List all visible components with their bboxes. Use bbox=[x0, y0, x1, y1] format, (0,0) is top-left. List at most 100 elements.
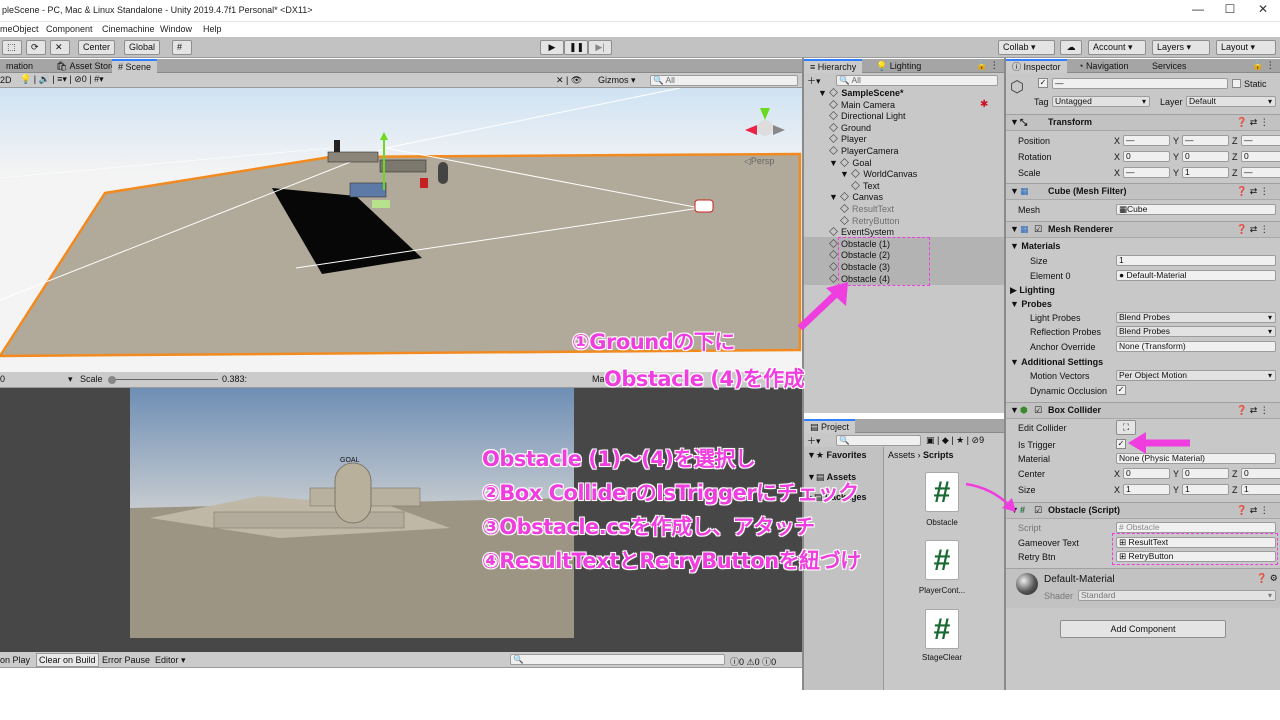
error-pause-button[interactable]: Error Pause bbox=[102, 655, 150, 665]
shader-dropdown[interactable]: Standard bbox=[1078, 590, 1276, 601]
vector-x-input[interactable]: 0 bbox=[1123, 151, 1170, 162]
tag-dropdown[interactable]: Untagged bbox=[1052, 96, 1150, 107]
material-field[interactable]: ● Default-Material bbox=[1116, 270, 1276, 281]
active-checkbox[interactable]: ✓ bbox=[1038, 78, 1048, 88]
global-toggle[interactable]: Global bbox=[124, 40, 161, 55]
tab-animation[interactable]: mation bbox=[0, 59, 39, 73]
close-button[interactable]: ✕ bbox=[1248, 2, 1278, 20]
vector-z-input[interactable]: 0 bbox=[1241, 468, 1280, 479]
center-toggle[interactable]: Center bbox=[78, 40, 116, 55]
tab-services[interactable]: Services bbox=[1146, 59, 1193, 73]
menu-help[interactable]: Help bbox=[203, 24, 222, 34]
console-search-input[interactable]: 🔍 bbox=[510, 654, 725, 665]
minimize-button[interactable]: — bbox=[1183, 2, 1213, 20]
editor-dropdown[interactable]: Editor ▾ bbox=[155, 655, 186, 666]
enabled-checkbox[interactable]: ☑ bbox=[1034, 222, 1042, 237]
component-menu-icon[interactable]: ❓ ⇄ ⋮ bbox=[1236, 222, 1269, 237]
foldout-arrow-icon[interactable]: ▼ bbox=[840, 169, 851, 179]
layers-button[interactable]: Layers ▾ bbox=[1152, 40, 1210, 55]
hierarchy-item[interactable]: Directional Light bbox=[829, 111, 906, 121]
layer-dropdown[interactable]: Default bbox=[1186, 96, 1276, 107]
hierarchy-item[interactable]: RetryButton bbox=[840, 216, 900, 226]
enabled-checkbox[interactable]: ☑ bbox=[1034, 403, 1042, 418]
hierarchy-search-input[interactable]: 🔍 All bbox=[836, 75, 998, 86]
is-trigger-checkbox[interactable]: ✓ bbox=[1116, 439, 1126, 449]
vector-y-input[interactable]: 0 bbox=[1182, 151, 1229, 162]
project-search-input[interactable]: 🔍 bbox=[836, 435, 921, 446]
tab-navigation[interactable]: ◔ Navigation bbox=[1072, 59, 1134, 73]
vector-y-input[interactable]: 1 bbox=[1182, 167, 1229, 178]
light-icon[interactable]: 💡 | 🔊 | ≡▾ | ⊘0 | #▾ bbox=[20, 74, 104, 85]
custom-tool-icon[interactable]: ✕ bbox=[50, 40, 70, 55]
transform-header[interactable]: ▼ ⤡ Transform ❓ ⇄ ⋮ bbox=[1006, 114, 1280, 131]
script-file-obstacle[interactable]: Obstacle bbox=[912, 518, 972, 527]
reflection-probes-dropdown[interactable]: Blend Probes bbox=[1116, 326, 1276, 337]
script-file-playercont[interactable]: PlayerCont... bbox=[912, 586, 972, 595]
obstacle-script-header[interactable]: ▼# ☑ Obstacle (Script) ❓ ⇄ ⋮ bbox=[1006, 502, 1280, 519]
vector-z-input[interactable]: — bbox=[1241, 135, 1280, 146]
box-collider-header[interactable]: ▼ ⬢ ☑ Box Collider ❓ ⇄ ⋮ bbox=[1006, 402, 1280, 419]
hierarchy-item[interactable]: ▼ WorldCanvas bbox=[840, 169, 917, 179]
hierarchy-item[interactable]: PlayerCamera bbox=[829, 146, 899, 156]
vector-x-input[interactable]: 0 bbox=[1123, 468, 1170, 479]
vector-y-input[interactable]: 1 bbox=[1182, 484, 1229, 495]
rotate-tool-icon[interactable]: ⟳ bbox=[26, 40, 46, 55]
pause-button[interactable]: ❚❚ bbox=[564, 40, 588, 55]
component-menu-icon[interactable]: ❓ ⇄ ⋮ bbox=[1236, 184, 1269, 199]
display-dropdown[interactable]: 0 bbox=[0, 374, 5, 384]
additional-settings-foldout[interactable]: ▼ Additional Settings bbox=[1010, 357, 1103, 367]
component-menu-icon[interactable]: ❓ ⇄ ⋮ bbox=[1236, 403, 1269, 418]
vector-y-input[interactable]: 0 bbox=[1182, 468, 1229, 479]
menu-gameobject[interactable]: meObject bbox=[0, 24, 39, 34]
script-file-icon[interactable]: # bbox=[925, 540, 959, 580]
breadcrumb-assets[interactable]: Assets bbox=[888, 450, 915, 460]
breadcrumb-scripts[interactable]: Scripts bbox=[923, 450, 954, 460]
menu-cinemachine[interactable]: Cinemachine bbox=[102, 24, 155, 34]
hierarchy-item[interactable]: Player bbox=[829, 134, 867, 144]
probes-foldout[interactable]: ▼ Probes bbox=[1010, 299, 1052, 309]
script-file-icon[interactable]: # bbox=[925, 609, 959, 649]
tools-icon[interactable]: ✕ | 👁 bbox=[556, 75, 582, 86]
foldout-arrow-icon[interactable]: ▼ bbox=[818, 88, 829, 98]
motion-vectors-dropdown[interactable]: Per Object Motion bbox=[1116, 370, 1276, 381]
scale-slider-thumb[interactable] bbox=[108, 376, 116, 384]
anchor-override-field[interactable]: None (Transform) bbox=[1116, 341, 1276, 352]
layout-button[interactable]: Layout ▾ bbox=[1216, 40, 1276, 55]
mesh-renderer-header[interactable]: ▼ ▦ ☑ Mesh Renderer ❓ ⇄ ⋮ bbox=[1006, 221, 1280, 238]
hierarchy-item[interactable]: Text bbox=[851, 181, 880, 191]
project-add-button[interactable]: ＋▾ bbox=[807, 434, 821, 447]
snap-icon[interactable]: # bbox=[172, 40, 192, 55]
clear-on-build-button[interactable]: Clear on Build bbox=[36, 653, 99, 667]
foldout-arrow-icon[interactable]: ▼ bbox=[829, 158, 840, 168]
project-filter-icons[interactable]: ▣ | ◆ | ★ | ⊘9 bbox=[926, 435, 984, 446]
enabled-checkbox[interactable]: ☑ bbox=[1034, 503, 1042, 518]
clear-on-play-button[interactable]: on Play bbox=[0, 655, 30, 665]
lighting-foldout[interactable]: ▶ Lighting bbox=[1010, 285, 1055, 296]
hierarchy-item[interactable]: ▼ Goal bbox=[829, 158, 871, 168]
scale-slider[interactable] bbox=[110, 379, 218, 380]
step-button[interactable]: ▶| bbox=[588, 40, 612, 55]
tab-lighting[interactable]: 💡 Lighting bbox=[870, 59, 927, 73]
hierarchy-item[interactable]: Ground bbox=[829, 123, 871, 133]
static-checkbox[interactable] bbox=[1232, 79, 1241, 88]
component-menu-icon[interactable]: ❓ ⇄ ⋮ bbox=[1236, 503, 1269, 518]
collab-button[interactable]: Collab ▾ bbox=[998, 40, 1055, 55]
vector-z-input[interactable]: 0 bbox=[1241, 151, 1280, 162]
scene-search-input[interactable]: 🔍 All bbox=[650, 75, 798, 86]
materials-foldout[interactable]: ▼ Materials bbox=[1010, 241, 1060, 251]
hierarchy-item[interactable]: ▼ Canvas bbox=[829, 192, 883, 202]
rect-tool-icon[interactable]: ⬚ bbox=[2, 40, 22, 55]
aspect-dropdown-icon[interactable]: ▾ bbox=[68, 374, 73, 385]
maximize-button[interactable]: ☐ bbox=[1215, 2, 1245, 20]
vector-y-input[interactable]: — bbox=[1182, 135, 1229, 146]
tab-hierarchy[interactable]: ≡ Hierarchy bbox=[804, 59, 863, 73]
account-button[interactable]: Account ▾ bbox=[1088, 40, 1146, 55]
add-object-button[interactable]: ＋▾ bbox=[807, 74, 821, 87]
menu-component[interactable]: Component bbox=[46, 24, 93, 34]
hierarchy-item[interactable]: ResultText bbox=[840, 204, 894, 214]
console-log-count[interactable]: ⓘ0 ⚠0 ⓘ0 bbox=[730, 655, 776, 668]
hierarchy-item[interactable]: Main Camera bbox=[829, 100, 895, 110]
dynamic-occlusion-checkbox[interactable]: ✓ bbox=[1116, 385, 1126, 395]
foldout-arrow-icon[interactable]: ▼ bbox=[829, 192, 840, 202]
materials-size-input[interactable]: 1 bbox=[1116, 255, 1276, 266]
